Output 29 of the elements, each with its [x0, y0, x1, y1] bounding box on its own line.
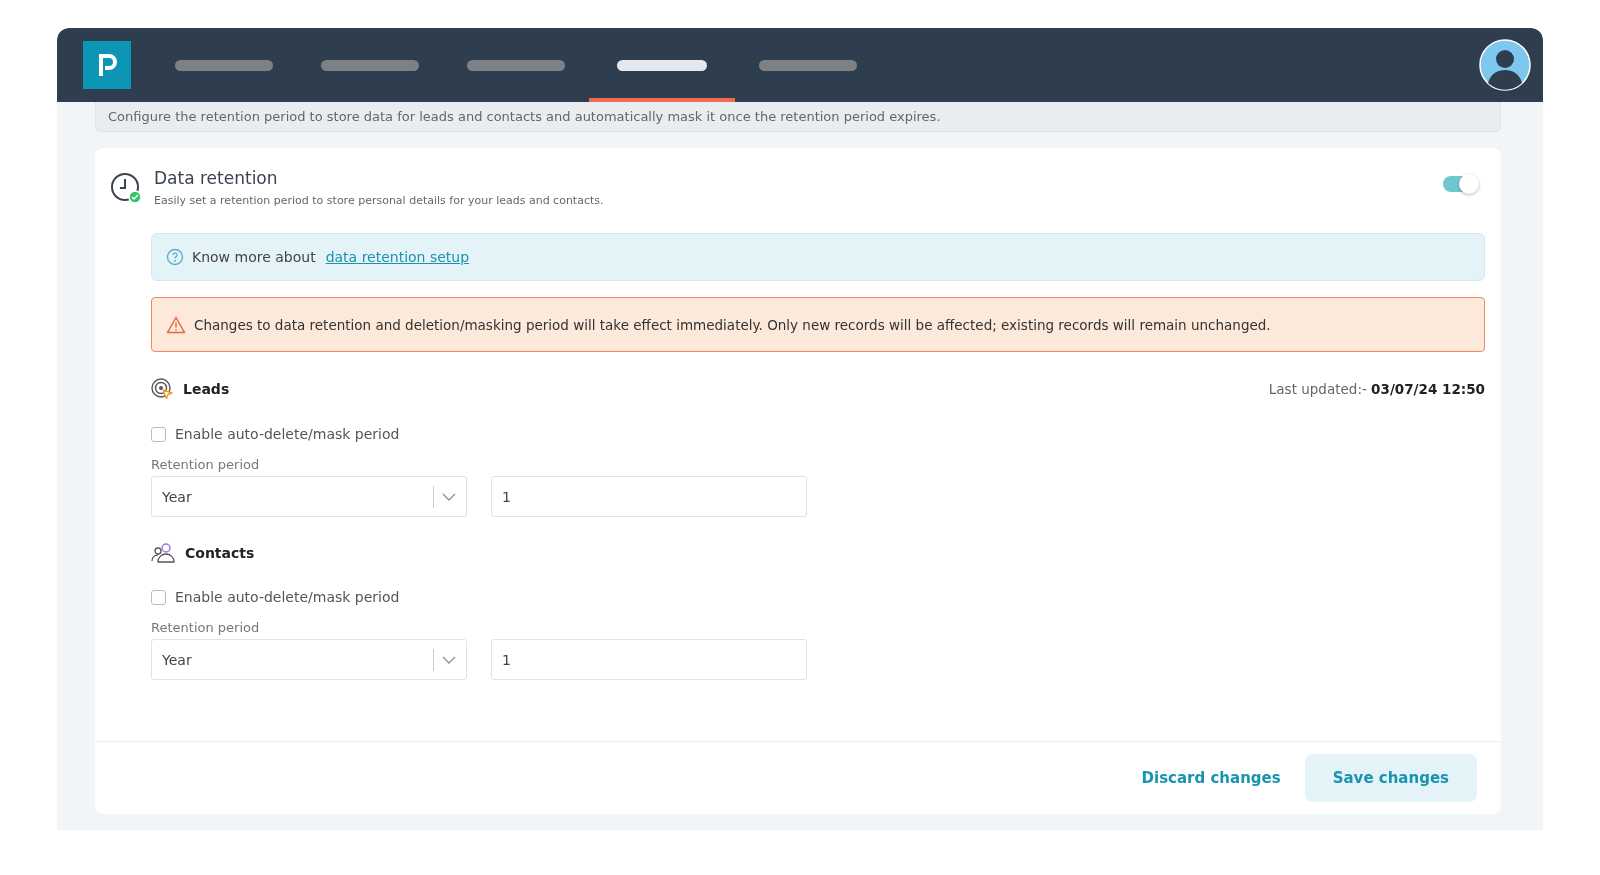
logo-icon: [83, 41, 131, 89]
help-icon: [166, 248, 184, 266]
clock-check-icon: [110, 172, 142, 204]
checkbox[interactable]: [151, 589, 166, 605]
toggle-switch[interactable]: [1443, 176, 1477, 192]
checkbox[interactable]: [151, 426, 166, 442]
period-unit-dropdown[interactable]: Year: [151, 639, 467, 680]
period-value-field[interactable]: 1: [491, 476, 807, 517]
warning-text: Changes to data retention and deletion/masking period will take effect immediately. Only new records will be affected; existing records will remain unchanged.: [194, 316, 1271, 333]
discard-button[interactable]: Discard changes: [1141, 769, 1281, 787]
chevron-down-icon: [442, 492, 456, 501]
checkbox-label: Enable auto-delete/mask period: [175, 589, 400, 605]
description-text: Configure the retention period to store data for leads and contacts and automatically mask it once the retention period expires.: [108, 109, 941, 124]
target-icon: [151, 378, 173, 400]
card-subtitle: Easily set a retention period to store personal details for your leads and contacts.: [154, 194, 605, 207]
period-unit-dropdown[interactable]: Year: [151, 476, 467, 517]
avatar-icon[interactable]: [1479, 39, 1531, 91]
field-label: Retention period: [151, 620, 261, 635]
period-value-field[interactable]: 1: [491, 639, 807, 680]
last-updated-text: Last updated:- 03/07/24 12:50: [1268, 381, 1485, 397]
people-icon: [151, 543, 175, 563]
section-title: Contacts: [185, 545, 256, 561]
checkbox-label: Enable auto-delete/mask period: [175, 426, 400, 442]
warning-icon: [166, 315, 186, 334]
chevron-down-icon: [442, 655, 456, 664]
field-label: Retention period: [151, 457, 261, 472]
section-title: Leads: [183, 381, 231, 397]
info-text: Know more about: [192, 249, 316, 265]
card-title: Data retention: [154, 168, 279, 188]
